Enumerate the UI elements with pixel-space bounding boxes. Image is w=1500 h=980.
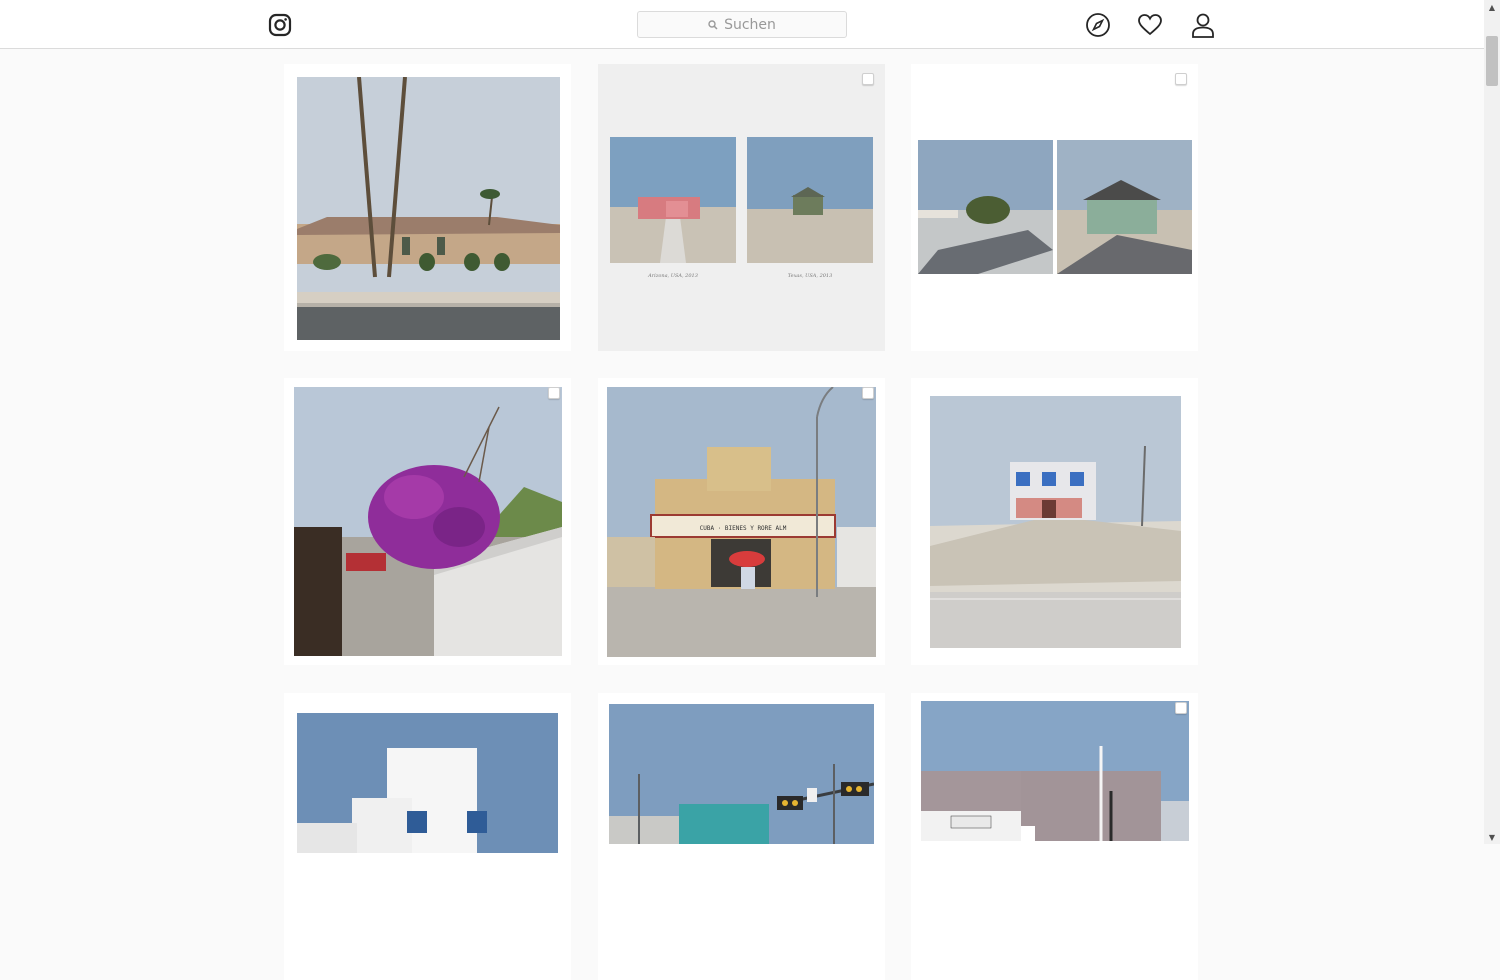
photo-house-on-sand: [930, 396, 1181, 648]
photo-traffic-lights: [609, 704, 874, 844]
heart-icon[interactable]: [1137, 12, 1163, 38]
photo-white-building: [297, 713, 558, 853]
scrollbar-thumb[interactable]: [1486, 36, 1498, 86]
photo-tree-shadow: [918, 140, 1053, 274]
search-input[interactable]: Suchen: [637, 11, 847, 38]
scroll-down-arrow-icon[interactable]: ▼: [1484, 830, 1500, 844]
photo-tile-diptych-shadows[interactable]: [911, 64, 1198, 351]
photo-tile-cinema[interactable]: CUBA · BIENES Y RORE ALM: [598, 378, 885, 665]
select-checkbox[interactable]: [862, 73, 874, 85]
photo-tile-house-on-sand[interactable]: [911, 378, 1198, 665]
photo-house-shadow: [1057, 140, 1192, 274]
select-checkbox[interactable]: [862, 387, 874, 399]
profile-icon[interactable]: [1190, 12, 1216, 38]
photo-tile-bougainvillea[interactable]: [284, 378, 571, 665]
scroll-up-arrow-icon[interactable]: ▲: [1484, 0, 1500, 14]
photo-bougainvillea-wall: [294, 387, 562, 656]
select-checkbox[interactable]: [1175, 702, 1187, 714]
photo-tile-traffic-lights[interactable]: [598, 693, 885, 980]
explore-compass-icon[interactable]: [1085, 12, 1111, 38]
photo-tile-diptych-houses[interactable]: Arizona, USA, 2013 Texas, USA, 2013: [598, 64, 885, 351]
photo-pink-house: [610, 137, 736, 263]
photo-tile-white-building[interactable]: [284, 693, 571, 980]
select-checkbox[interactable]: [1175, 73, 1187, 85]
photo-palm-trees-house: [297, 77, 560, 340]
top-navigation-bar: Suchen: [0, 0, 1484, 49]
photo-tile-palm-trees-house[interactable]: [284, 64, 571, 351]
search-placeholder: Suchen: [724, 16, 776, 33]
photo-cinema-facade: CUBA · BIENES Y RORE ALM: [607, 387, 876, 657]
caption-left: Arizona, USA, 2013: [648, 273, 698, 279]
photo-tile-grey-building[interactable]: [911, 693, 1198, 980]
instagram-logo-icon[interactable]: [268, 13, 292, 37]
caption-right: Texas, USA, 2013: [787, 273, 833, 279]
photo-green-house: [747, 137, 873, 263]
vertical-scrollbar[interactable]: ▲ ▼: [1484, 0, 1500, 844]
select-checkbox[interactable]: [548, 387, 560, 399]
search-icon: [708, 19, 718, 30]
photo-grey-building: [921, 701, 1189, 841]
marquee-text: CUBA · BIENES Y RORE ALM: [700, 525, 787, 532]
